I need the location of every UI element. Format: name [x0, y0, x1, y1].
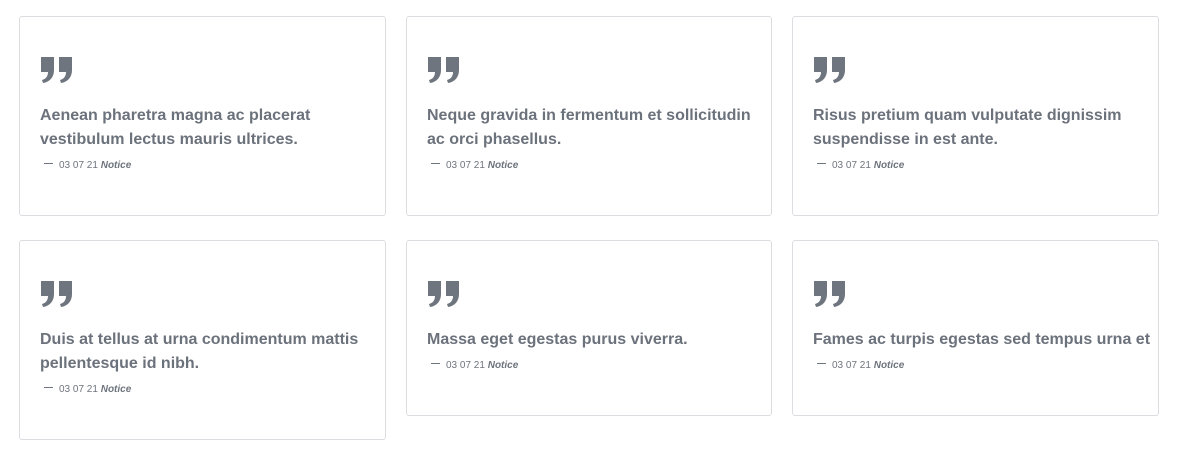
card-title-line: Neque gravida in fermentum et sollicitud…	[427, 107, 751, 124]
card-category[interactable]: Notice	[101, 384, 132, 395]
card-title-line: Duis at tellus at urna condimentum matti…	[40, 331, 359, 348]
card-category[interactable]: Notice	[488, 160, 519, 171]
meta-dash	[431, 363, 440, 364]
card-title[interactable]: Risus pretium quam vulputate dignissim s…	[813, 104, 1143, 152]
card-category[interactable]: Notice	[488, 360, 519, 371]
card-date: 03 07 21	[59, 160, 98, 171]
card-meta: 03 07 21 Notice	[44, 384, 131, 396]
card-category[interactable]: Notice	[101, 160, 132, 171]
quote-card[interactable]: Massa eget egestas purus viverra. 03 07 …	[406, 240, 772, 416]
meta-dash	[431, 163, 440, 164]
closing-quote-icon	[813, 279, 847, 309]
card-category[interactable]: Notice	[874, 360, 905, 371]
card-date: 03 07 21	[446, 360, 485, 371]
closing-quote-icon	[427, 279, 461, 309]
meta-dash	[44, 163, 53, 164]
meta-dash	[44, 387, 53, 388]
meta-dash	[817, 163, 826, 164]
card-category[interactable]: Notice	[874, 160, 905, 171]
card-date: 03 07 21	[446, 160, 485, 171]
quote-card[interactable]: Aenean pharetra magna ac placerat vestib…	[19, 16, 386, 216]
quote-card[interactable]: Risus pretium quam vulputate dignissim s…	[792, 16, 1159, 216]
closing-quote-icon	[427, 55, 461, 85]
card-title-line: pellentesque id nibh.	[40, 355, 200, 372]
meta-dash	[817, 363, 826, 364]
card-title[interactable]: Duis at tellus at urna condimentum matti…	[40, 328, 370, 376]
card-title[interactable]: Neque gravida in fermentum et sollicitud…	[427, 104, 757, 152]
quote-card[interactable]: Neque gravida in fermentum et sollicitud…	[406, 16, 772, 216]
card-date: 03 07 21	[832, 160, 871, 171]
card-title-line: Fames ac turpis egestas sed tempus urna …	[813, 331, 1151, 348]
quote-card[interactable]: Fames ac turpis egestas sed tempus urna …	[792, 240, 1159, 416]
card-date: 03 07 21	[59, 384, 98, 395]
card-title-line: Risus pretium quam vulputate dignissim	[813, 107, 1122, 124]
quote-card[interactable]: Duis at tellus at urna condimentum matti…	[19, 240, 386, 440]
card-title-line: suspendisse in est ante.	[813, 131, 998, 148]
closing-quote-icon	[813, 55, 847, 85]
closing-quote-icon	[40, 55, 74, 85]
card-meta: 03 07 21 Notice	[44, 160, 131, 172]
card-title-line: vestibulum lectus mauris ultrices.	[40, 131, 298, 148]
card-meta: 03 07 21 Notice	[431, 360, 518, 372]
closing-quote-icon	[40, 279, 74, 309]
card-title[interactable]: Fames ac turpis egestas sed tempus urna …	[813, 328, 1150, 352]
card-meta: 03 07 21 Notice	[817, 360, 904, 372]
card-title-line: Massa eget egestas purus viverra.	[427, 331, 688, 348]
card-date: 03 07 21	[832, 360, 871, 371]
card-title[interactable]: Aenean pharetra magna ac placerat vestib…	[40, 104, 370, 152]
card-title[interactable]: Massa eget egestas purus viverra.	[427, 328, 757, 352]
card-title-line: ac orci phasellus.	[427, 131, 562, 148]
card-title-line: Aenean pharetra magna ac placerat	[40, 107, 311, 124]
card-meta: 03 07 21 Notice	[817, 160, 904, 172]
card-meta: 03 07 21 Notice	[431, 160, 518, 172]
